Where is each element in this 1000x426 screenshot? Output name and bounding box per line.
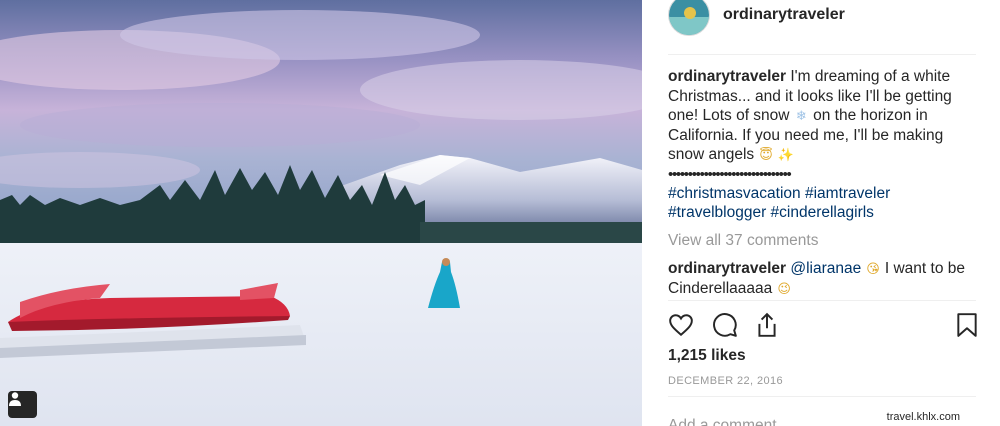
post-side-panel: ordinarytraveler ordinarytraveler I'm dr… — [642, 0, 1000, 426]
comment-mention[interactable]: @liaranae — [790, 260, 861, 277]
caption-username[interactable]: ordinarytraveler — [668, 68, 786, 85]
wink-emoji-icon: 😉 — [777, 281, 791, 296]
kiss-emoji-icon: 😘 — [866, 261, 880, 276]
comment-box-divider — [668, 396, 976, 397]
hashtags-line-1[interactable]: #christmasvacation #iamtraveler — [668, 184, 974, 204]
avatar-image — [669, 0, 709, 35]
header-divider — [668, 54, 976, 55]
actions-divider — [668, 300, 976, 301]
comment-bubble-icon[interactable] — [712, 312, 738, 338]
snowflake-icon: ❄ — [795, 108, 807, 123]
tag-people-button[interactable] — [8, 391, 37, 418]
winter-lake-photo — [0, 0, 642, 426]
post-actions — [668, 312, 980, 340]
post-date: DECEMBER 22, 2016 — [668, 375, 784, 387]
post-photo[interactable] — [0, 0, 642, 426]
halo-emoji-icon: 😇 — [759, 147, 773, 162]
hashtags-line-2[interactable]: #travelblogger #cinderellagirls — [668, 203, 974, 223]
post-author-username[interactable]: ordinarytraveler — [723, 6, 845, 24]
add-comment-input[interactable]: Add a comment... — [668, 417, 789, 426]
heart-icon[interactable] — [668, 312, 694, 338]
sparkles-icon: ✨ — [777, 147, 794, 162]
share-upload-icon[interactable] — [754, 312, 780, 338]
watermark-text: travel.khlx.com — [886, 411, 960, 423]
caption-dot-separator: ••••••••••••••••••••••••••••••• — [668, 165, 792, 183]
comment-username[interactable]: ordinarytraveler — [668, 260, 786, 277]
post-caption: ordinarytraveler I'm dreaming of a white… — [668, 67, 974, 223]
avatar[interactable] — [668, 0, 710, 36]
bookmark-icon[interactable] — [955, 312, 979, 338]
likes-count[interactable]: 1,215 likes — [668, 347, 746, 365]
user-tag-icon — [9, 392, 21, 406]
view-all-comments-link[interactable]: View all 37 comments — [668, 232, 818, 250]
comment-item: ordinarytraveler @liaranae 😘 I want to b… — [668, 259, 980, 299]
